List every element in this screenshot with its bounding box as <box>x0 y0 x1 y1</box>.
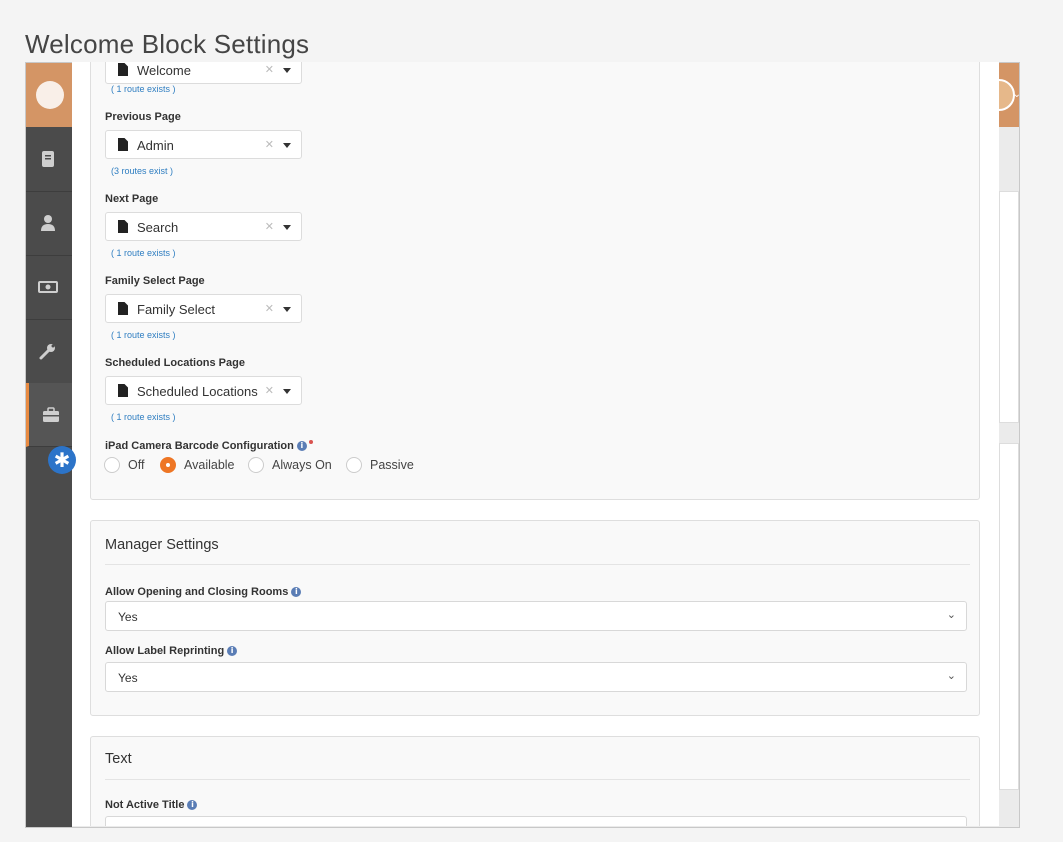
page-settings-panel: Welcome ✕ ( 1 route exists ) Previous Pa… <box>90 62 980 500</box>
info-icon[interactable]: i <box>187 800 198 810</box>
manager-settings-panel: Manager Settings Allow Opening and Closi… <box>90 520 980 716</box>
route-link[interactable]: ( 1 route exists ) <box>111 330 176 340</box>
previous-page-picker[interactable]: Admin ✕ <box>105 130 302 159</box>
caret-down-icon[interactable] <box>283 389 291 394</box>
background-card <box>999 443 1019 790</box>
book-icon <box>42 151 54 167</box>
caret-down-icon[interactable] <box>283 143 291 148</box>
family-select-page-picker[interactable]: Family Select ✕ <box>105 294 302 323</box>
radio-label[interactable]: Available <box>184 458 235 472</box>
background-card <box>999 191 1019 423</box>
field-label: Family Select Page <box>105 275 205 287</box>
caret-down-icon[interactable] <box>283 68 291 73</box>
field-label-text: iPad Camera Barcode Configuration <box>105 440 294 452</box>
field-label: Next Page <box>105 193 159 205</box>
field-label-text: Allow Label Reprinting <box>105 645 225 657</box>
person-icon <box>41 215 55 231</box>
radio-circle-selected[interactable] <box>160 457 176 473</box>
clear-icon[interactable]: ✕ <box>265 302 274 315</box>
route-link[interactable]: ( 1 route exists ) <box>111 248 176 258</box>
picker-value: Scheduled Locations <box>137 384 258 399</box>
file-icon <box>118 63 128 76</box>
field-label-text: Not Active Title <box>105 799 185 811</box>
sidebar-item-admin[interactable] <box>26 383 72 447</box>
scheduled-locations-page-picker[interactable]: Scheduled Locations ✕ <box>105 376 302 405</box>
field-label: Previous Page <box>105 111 181 123</box>
info-icon[interactable]: i <box>291 587 302 597</box>
rock-logo-icon[interactable] <box>36 81 64 109</box>
picker-value: Family Select <box>137 302 216 317</box>
info-icon[interactable]: i <box>296 441 307 451</box>
radio-circle[interactable] <box>248 457 264 473</box>
sidebar <box>26 127 72 827</box>
field-label: Allow Opening and Closing Rooms i <box>105 586 302 598</box>
briefcase-icon <box>43 407 59 422</box>
route-link[interactable]: ( 1 route exists ) <box>111 84 176 94</box>
picker-value: Search <box>137 220 179 235</box>
money-icon <box>38 281 58 293</box>
field-label-text: Allow Opening and Closing Rooms <box>105 586 289 598</box>
section-title: Manager Settings <box>105 537 219 553</box>
field-label: Allow Label Reprinting i <box>105 645 238 657</box>
wrench-icon <box>39 344 55 360</box>
file-icon <box>118 384 128 397</box>
allow-opening-closing-rooms-select[interactable]: Yes ⌄ <box>105 601 967 631</box>
clear-icon[interactable]: ✕ <box>265 384 274 397</box>
next-page-picker[interactable]: Search ✕ <box>105 212 302 241</box>
radio-label[interactable]: Off <box>128 458 144 472</box>
radio-circle[interactable] <box>346 457 362 473</box>
not-active-title-input[interactable] <box>105 816 967 826</box>
sidebar-item-finance[interactable] <box>26 255 72 320</box>
sidebar-item-tools[interactable] <box>26 319 72 384</box>
info-icon[interactable]: i <box>227 646 238 656</box>
caret-down-icon[interactable] <box>283 225 291 230</box>
route-link[interactable]: ( 1 route exists ) <box>111 412 176 422</box>
radio-circle[interactable] <box>104 457 120 473</box>
chevron-down-icon[interactable]: ⌄ <box>947 608 956 621</box>
sidebar-item-dashboard[interactable] <box>26 127 72 192</box>
file-icon <box>118 138 128 151</box>
radio-label[interactable]: Passive <box>370 458 414 472</box>
text-settings-panel: Text Not Active Title i <box>90 736 980 826</box>
chevron-down-icon[interactable]: ⌄ <box>1013 89 1019 100</box>
picker-value: Admin <box>137 138 174 153</box>
clear-icon[interactable]: ✕ <box>265 63 274 76</box>
route-link[interactable]: (3 routes exist ) <box>111 166 173 176</box>
picker-value: Welcome <box>137 63 191 78</box>
asterisk-icon: ✱ <box>48 446 76 474</box>
divider <box>105 564 970 565</box>
caret-down-icon[interactable] <box>283 307 291 312</box>
sidebar-item-people[interactable] <box>26 191 72 256</box>
block-settings-modal: Welcome ✕ ( 1 route exists ) Previous Pa… <box>72 62 999 826</box>
field-label: Not Active Title i <box>105 799 198 811</box>
select-value: Yes <box>118 671 138 685</box>
file-icon <box>118 302 128 315</box>
select-value: Yes <box>118 610 138 624</box>
required-indicator <box>308 440 313 444</box>
radio-label[interactable]: Always On <box>272 458 332 472</box>
barcode-config-label: iPad Camera Barcode Configuration i <box>105 440 313 452</box>
background-content <box>999 127 1019 827</box>
welcome-page-picker[interactable]: Welcome ✕ <box>105 62 302 84</box>
divider <box>105 779 970 780</box>
file-icon <box>118 220 128 233</box>
clear-icon[interactable]: ✕ <box>265 220 274 233</box>
allow-label-reprinting-select[interactable]: Yes ⌄ <box>105 662 967 692</box>
chevron-down-icon[interactable]: ⌄ <box>947 669 956 682</box>
section-title: Text <box>105 751 132 767</box>
field-label: Scheduled Locations Page <box>105 357 245 369</box>
page-title: Welcome Block Settings <box>25 29 310 59</box>
clear-icon[interactable]: ✕ <box>265 138 274 151</box>
